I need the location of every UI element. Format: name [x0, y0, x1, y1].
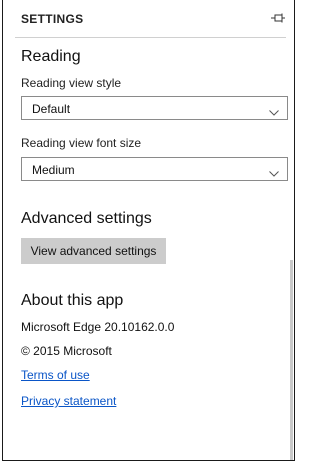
- header-divider: [15, 37, 286, 38]
- reading-view-style-value: Default: [32, 102, 71, 116]
- reading-view-style-select[interactable]: Default: [21, 96, 288, 120]
- reading-view-font-size-label: Reading view font size: [21, 136, 142, 150]
- reading-view-font-size-select[interactable]: Medium: [21, 157, 288, 181]
- advanced-settings-title: Advanced settings: [21, 210, 152, 227]
- about-section-title: About this app: [21, 292, 124, 309]
- scrollbar[interactable]: [288, 40, 294, 460]
- chevron-down-icon: [269, 165, 279, 177]
- privacy-statement-link[interactable]: Privacy statement: [21, 394, 116, 408]
- pin-icon[interactable]: [270, 10, 286, 26]
- terms-of-use-link[interactable]: Terms of use: [21, 368, 90, 382]
- reading-section-title: Reading: [21, 48, 81, 65]
- app-version: Microsoft Edge 20.10162.0.0: [21, 320, 175, 334]
- settings-title: SETTINGS: [21, 12, 84, 26]
- reading-view-style-label: Reading view style: [21, 76, 122, 90]
- chevron-down-icon: [269, 104, 279, 116]
- reading-view-font-size-value: Medium: [32, 163, 75, 177]
- scrollbar-thumb[interactable]: [290, 260, 293, 460]
- view-advanced-settings-button[interactable]: View advanced settings: [21, 238, 166, 264]
- settings-panel: SETTINGS Reading Reading view style Defa…: [2, 0, 295, 461]
- copyright-text: © 2015 Microsoft: [21, 344, 112, 358]
- settings-header: SETTINGS: [3, 0, 294, 40]
